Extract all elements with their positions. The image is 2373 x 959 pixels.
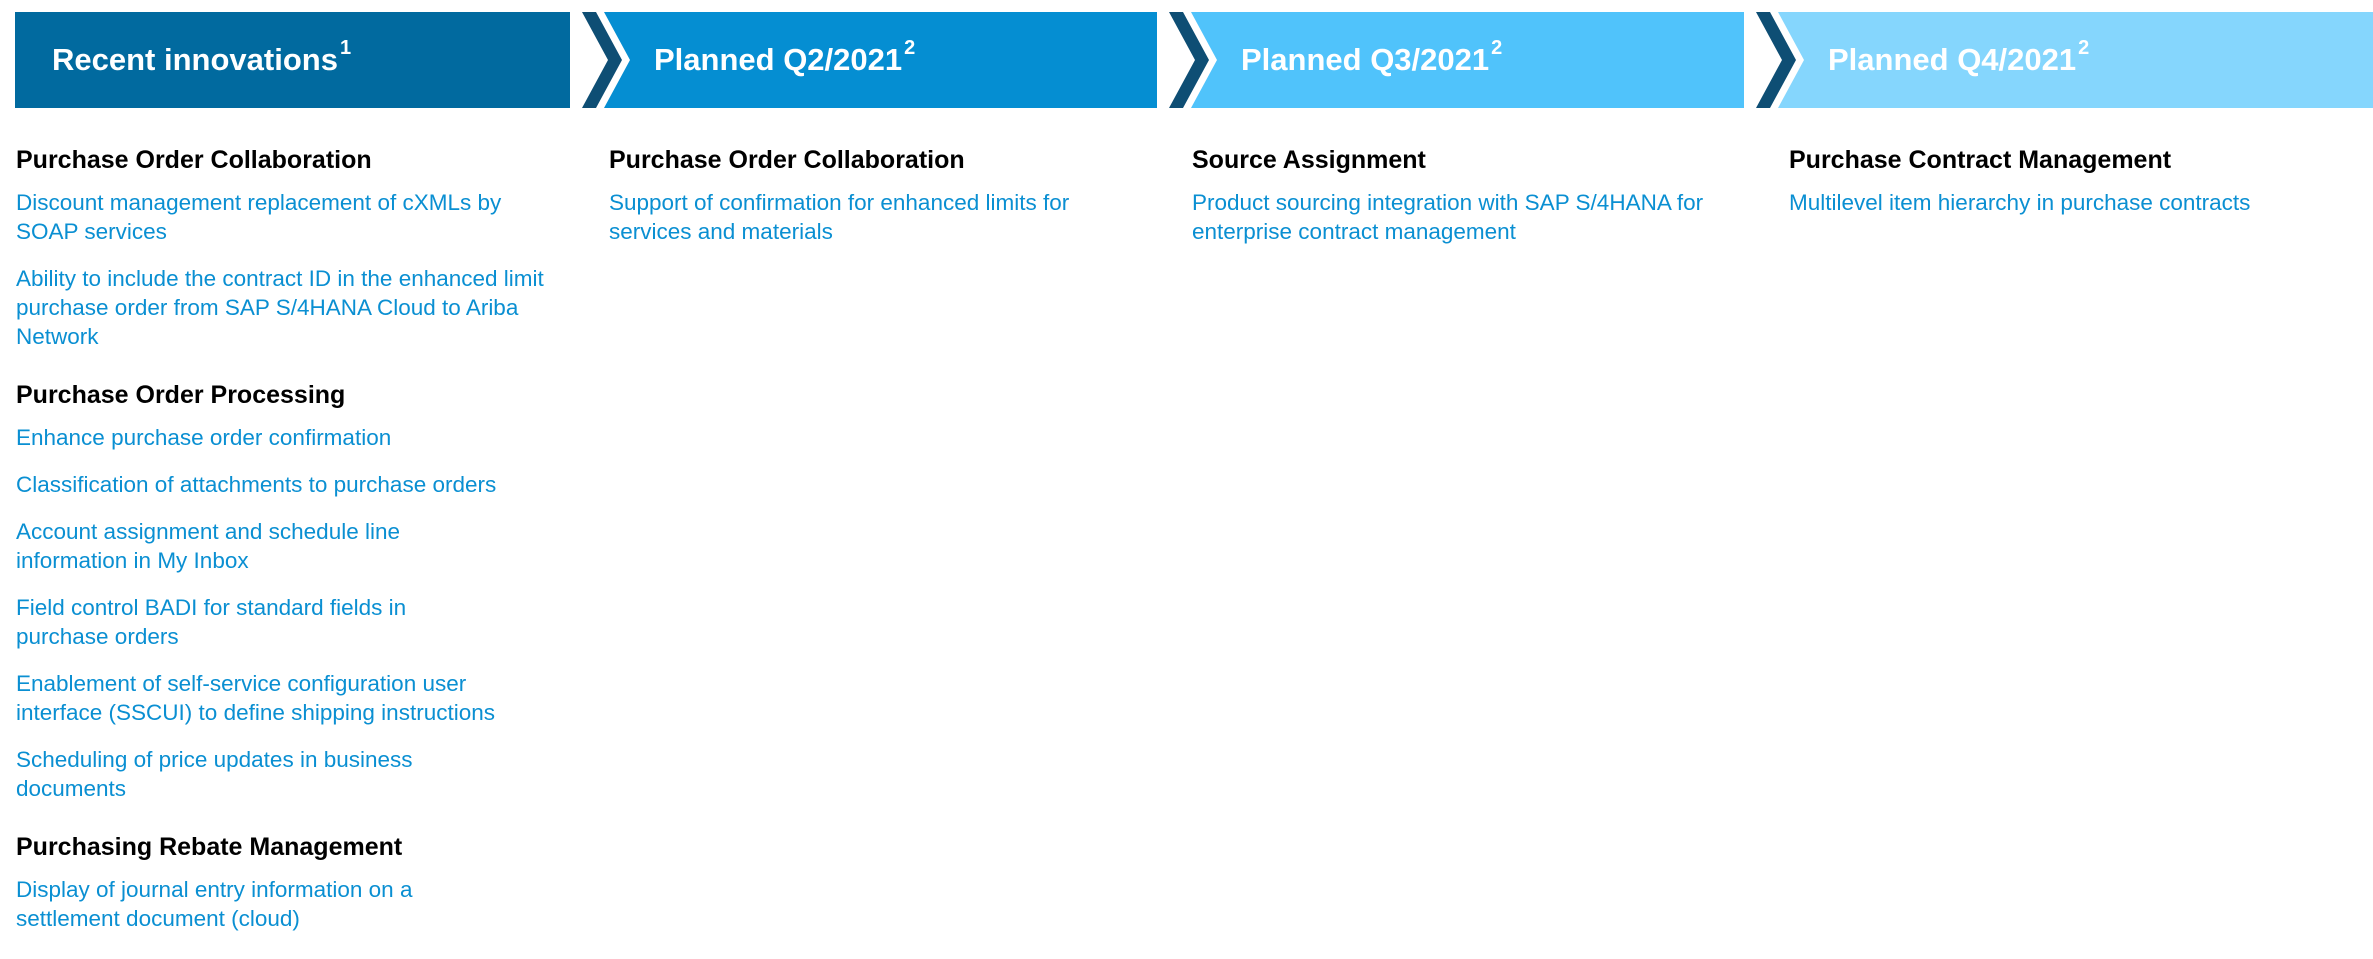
column-planned-q3: Source Assignment Product sourcing integ… <box>1192 142 1732 272</box>
section-purchase-order-processing: Purchase Order Processing Enhance purcha… <box>16 377 556 803</box>
list-item: Display of journal entry information on … <box>16 877 413 931</box>
header-title-q3-footnote: 2 <box>1491 37 1503 59</box>
list-item: Enablement of self-service configuration… <box>16 671 495 725</box>
list-item: Ability to include the contract ID in th… <box>16 266 544 349</box>
section-title: Purchase Contract Management <box>1789 146 2172 174</box>
header-title-q4-footnote: 2 <box>2078 37 2090 59</box>
header-title-q4: Planned Q4/2021 2 <box>1828 12 2089 108</box>
section-title: Purchasing Rebate Management <box>16 833 403 861</box>
section-source-assignment: Source Assignment Product sourcing integ… <box>1192 142 1732 246</box>
header-title-q3-label: Planned Q3/2021 <box>1241 42 1490 77</box>
section-title: Purchase Order Collaboration <box>16 146 372 174</box>
list-item: Scheduling of price updates in business … <box>16 747 413 801</box>
column-recent-innovations: Purchase Order Collaboration Discount ma… <box>16 142 556 959</box>
list-item: Enhance purchase order confirmation <box>16 425 392 450</box>
list-item: Classification of attachments to purchas… <box>16 472 497 497</box>
header-title-q2-footnote: 2 <box>904 37 916 59</box>
header-title-recent-footnote: 1 <box>339 37 352 59</box>
list-item: Product sourcing integration with SAP S/… <box>1192 190 1704 244</box>
roadmap-header-band: Recent innovations 1 Planned Q2/2021 2 Pla… <box>0 12 2373 108</box>
header-title-q2-label: Planned Q2/2021 <box>654 42 903 77</box>
list-item: Account assignment and schedule line inf… <box>16 519 400 573</box>
header-title-recent-label: Recent innovations <box>52 42 338 77</box>
section-title: Source Assignment <box>1192 146 1426 174</box>
list-item: Field control BADI for standard fields i… <box>16 595 407 649</box>
section-purchasing-rebate-management: Purchasing Rebate Management Display of … <box>16 829 556 933</box>
column-planned-q4: Purchase Contract Management Multilevel … <box>1789 142 2349 243</box>
header-title-q3: Planned Q3/2021 2 <box>1241 12 1502 108</box>
header-title-q2: Planned Q2/2021 2 <box>654 12 915 108</box>
section-purchase-contract-management: Purchase Contract Management Multilevel … <box>1789 142 2349 217</box>
list-item: Multilevel item hierarchy in purchase co… <box>1789 190 2251 215</box>
header-title-recent: Recent innovations 1 <box>52 12 351 108</box>
header-title-q4-label: Planned Q4/2021 <box>1828 42 2077 77</box>
section-purchase-order-collaboration: Purchase Order Collaboration Support of … <box>609 142 1149 246</box>
section-title: Purchase Order Processing <box>16 381 346 409</box>
list-item: Support of confirmation for enhanced lim… <box>609 190 1070 244</box>
section-title: Purchase Order Collaboration <box>609 146 965 174</box>
column-planned-q2: Purchase Order Collaboration Support of … <box>609 142 1149 272</box>
list-item: Discount management replacement of cXMLs… <box>16 190 502 244</box>
section-purchase-order-collaboration: Purchase Order Collaboration Discount ma… <box>16 142 556 351</box>
